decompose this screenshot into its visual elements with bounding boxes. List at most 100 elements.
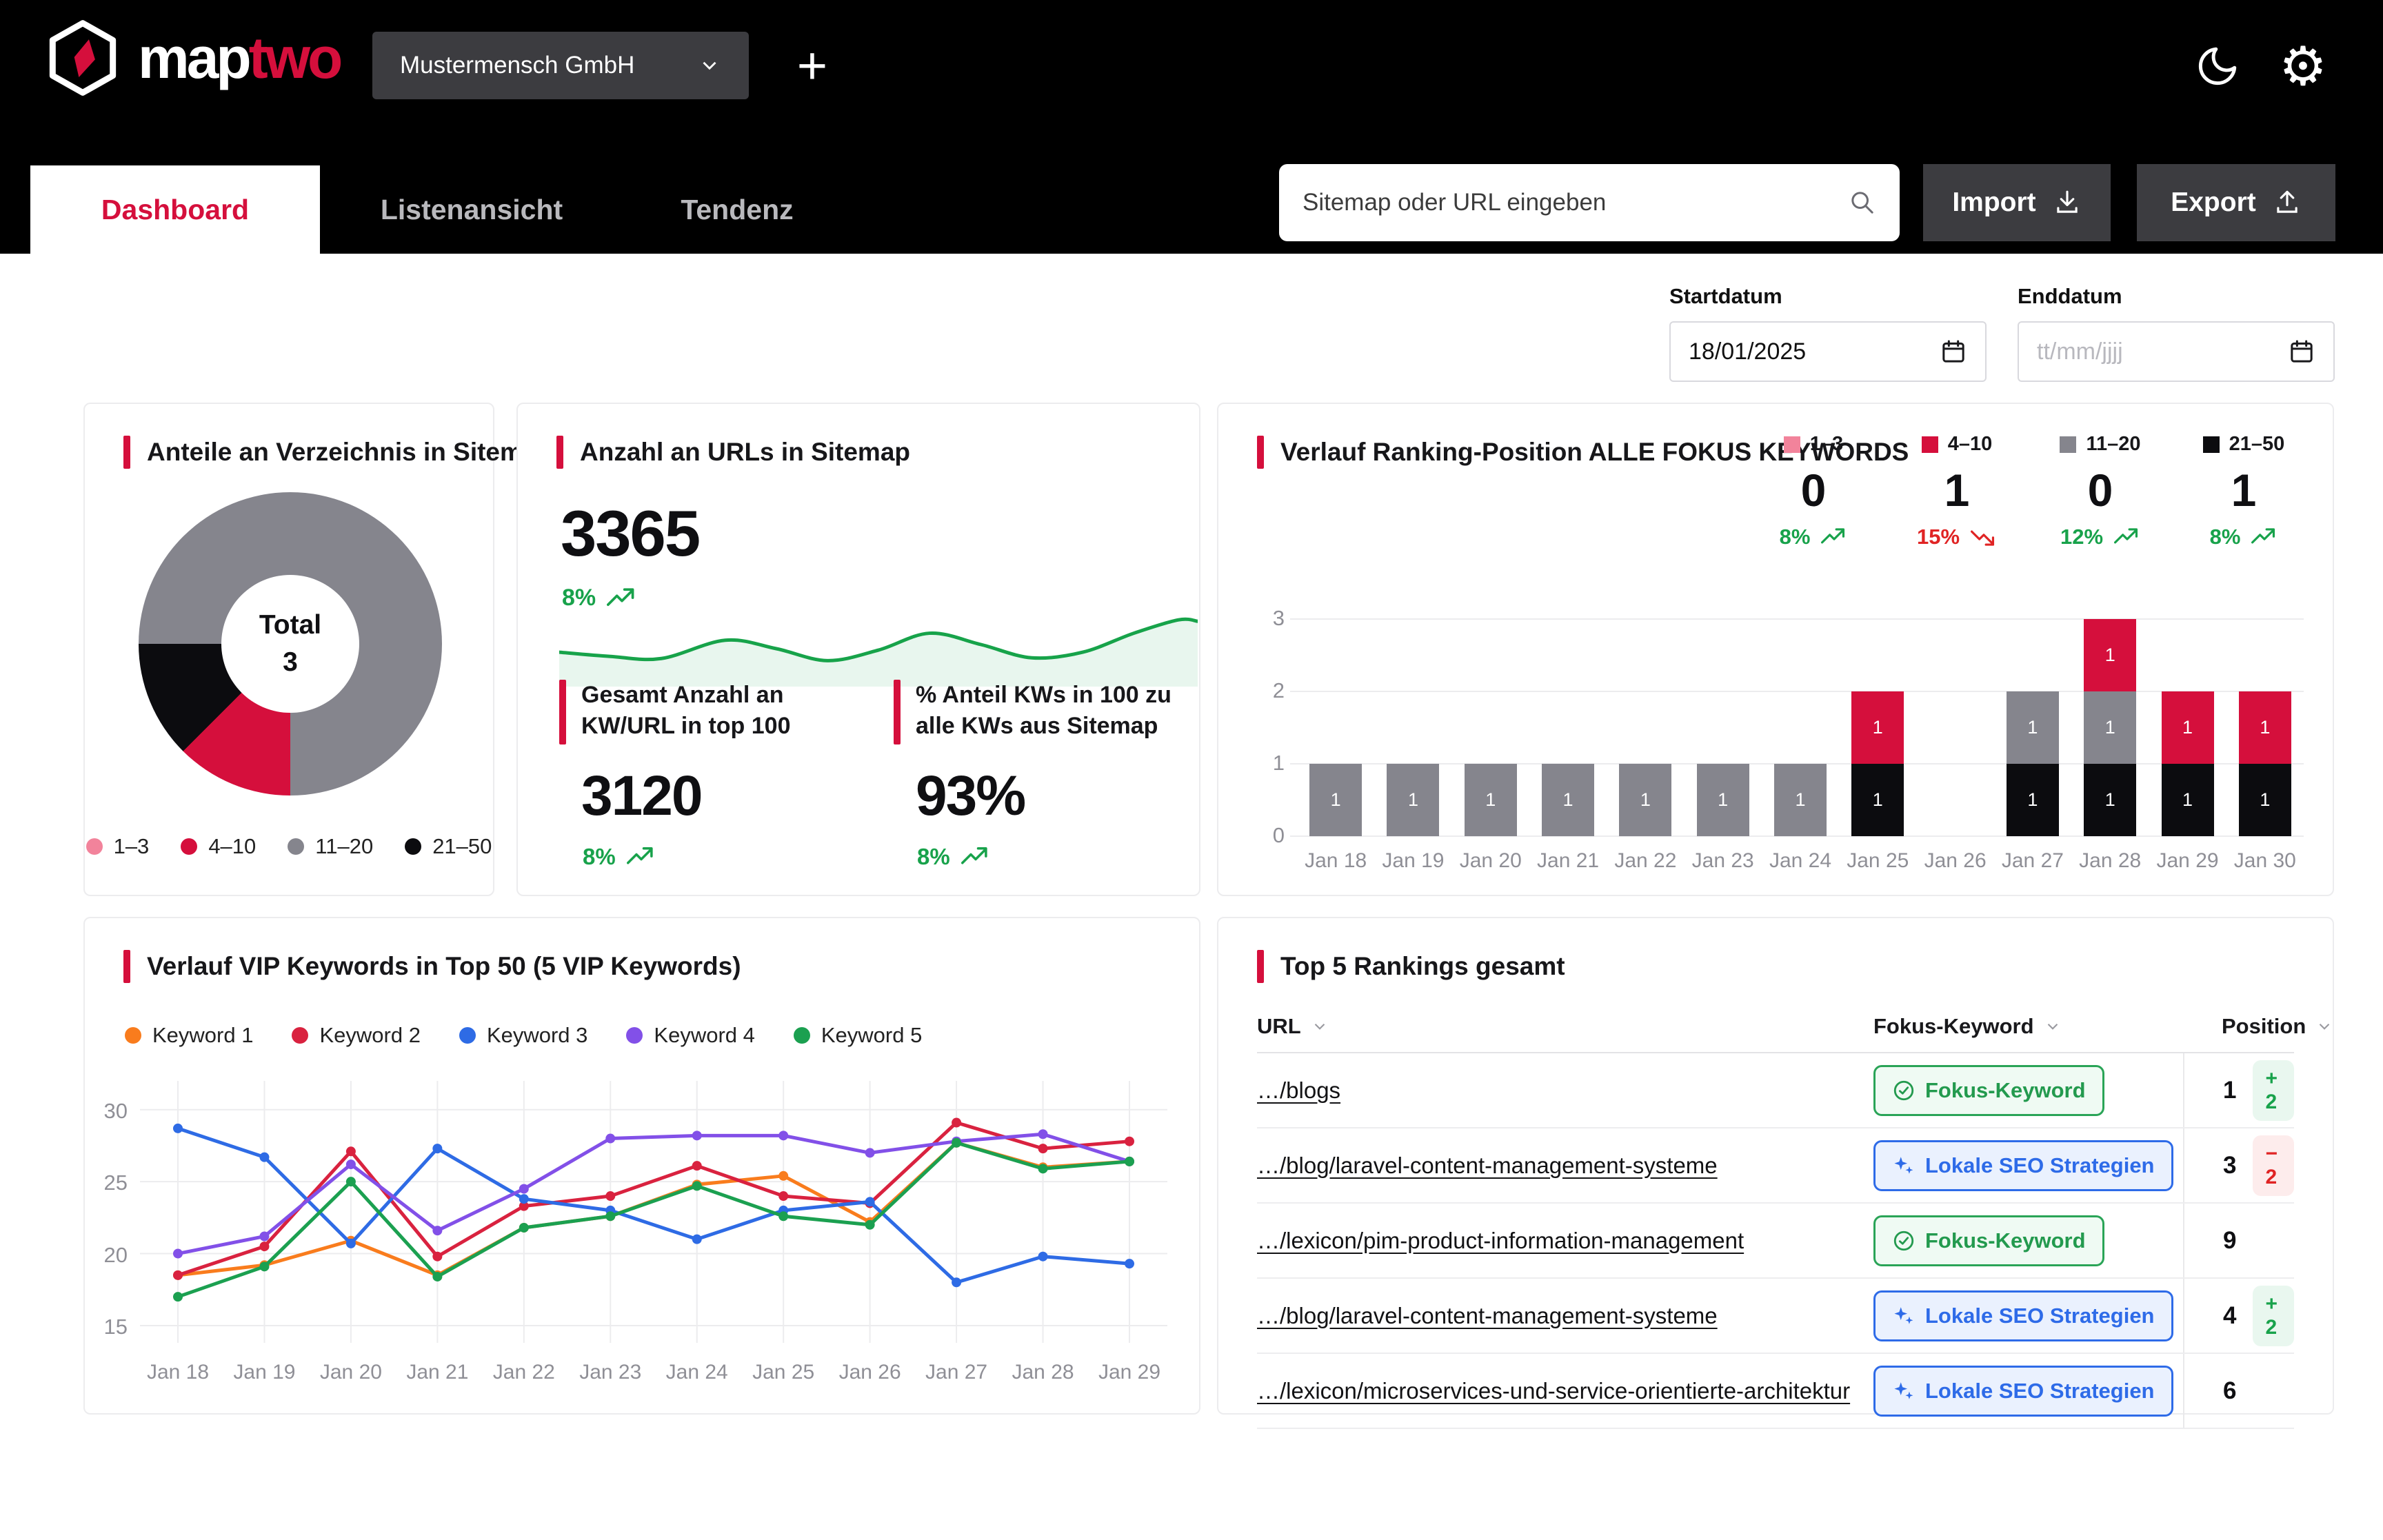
legend-dot — [86, 838, 103, 855]
ranking-bar-xlabels: Jan 18Jan 19Jan 20Jan 21Jan 22Jan 23Jan … — [1297, 849, 2304, 880]
sort-chevron-icon — [2044, 1017, 2062, 1035]
keyword-badge: Lokale SEO Strategien — [1873, 1366, 2173, 1417]
trend-down-icon — [1971, 527, 1997, 547]
url-link[interactable]: …/blog/laravel-content-management-system… — [1257, 1303, 1873, 1329]
export-label: Export — [2171, 188, 2256, 218]
chevron-down-icon — [698, 54, 721, 77]
check-circle-icon — [1892, 1229, 1916, 1253]
sort-chevron-icon — [2315, 1017, 2333, 1035]
vip-keywords-card: Verlauf VIP Keywords in Top 50 (5 VIP Ke… — [83, 917, 1200, 1415]
url-link[interactable]: …/lexicon/microservices-und-service-orie… — [1257, 1378, 1873, 1404]
end-date-filter: Enddatum tt/mm/jjjj — [2018, 284, 2335, 382]
stat-value: 93% — [916, 764, 1190, 829]
stat-title: Gesamt Anzahl an KW/URL in top 100 — [581, 680, 791, 744]
url-count-value: 3365 — [561, 496, 699, 571]
ranking-position-card: Verlauf Ranking-Position ALLE FOKUS KEYW… — [1217, 403, 2334, 896]
position-delta: − 2 — [2253, 1135, 2294, 1196]
vip-line-svg — [140, 1081, 1167, 1343]
stat-delta: 8% — [917, 844, 990, 870]
legend-dot — [459, 1027, 476, 1044]
sort-chevron-icon — [1311, 1017, 1329, 1035]
card-title: Verlauf VIP Keywords in Top 50 (5 VIP Ke… — [147, 952, 741, 981]
title-accent — [1257, 950, 1264, 983]
maptwo-logo-icon — [44, 19, 121, 97]
stat-title: % Anteil KWs in 100 zu alle KWs aus Site… — [916, 680, 1172, 744]
title-accent — [556, 436, 563, 469]
calendar-icon[interactable] — [1940, 338, 1967, 365]
moon-icon — [2195, 43, 2240, 89]
legend-item: 21–50 — [405, 834, 492, 859]
legend-swatch — [1922, 436, 1938, 453]
donut-center-label: Total 3 — [139, 492, 442, 796]
stat-value: 0 — [2088, 464, 2113, 516]
legend-dot — [405, 838, 421, 855]
keyword-badge: Fokus-Keyword — [1873, 1215, 2104, 1266]
search-input[interactable] — [1303, 189, 1849, 216]
position-delta: + 2 — [2253, 1060, 2294, 1121]
position-cell: 3 − 2 — [2183, 1128, 2294, 1202]
legend-dot — [292, 1027, 308, 1044]
vip-line-xlabels: Jan 18Jan 19Jan 20Jan 21Jan 22Jan 23Jan … — [140, 1361, 1167, 1391]
table-header: URL Fokus-Keyword Position — [1257, 1001, 2294, 1053]
position-cell: 4 + 2 — [2183, 1279, 2294, 1352]
app-logo: maptwo — [44, 19, 340, 97]
start-date-value: 18/01/2025 — [1689, 338, 1806, 365]
export-button[interactable]: Export — [2137, 164, 2335, 241]
legend-item: Keyword 4 — [626, 1023, 754, 1048]
add-project-button[interactable]: + — [778, 32, 847, 99]
tab-tendenz[interactable]: Tendenz — [623, 165, 851, 254]
end-date-label: Enddatum — [2018, 284, 2335, 309]
legend-item: 4–10 — [181, 834, 256, 859]
sitemap-search — [1279, 164, 1900, 241]
column-header-position[interactable]: Position — [2183, 1014, 2333, 1039]
trend-up-icon — [961, 846, 990, 868]
url-link[interactable]: …/lexicon/pim-product-information-manage… — [1257, 1228, 1873, 1254]
legend-item: Keyword 5 — [794, 1023, 922, 1048]
card-title: Anteile an Verzeichnis in Sitemap — [147, 438, 552, 467]
tab-dashboard[interactable]: Dashboard — [30, 165, 320, 254]
start-date-input[interactable]: 18/01/2025 — [1669, 321, 1987, 382]
ranking-bar-ylabels: 0123 — [1246, 609, 1285, 837]
url-count-card: Anzahl an URLs in Sitemap 3365 8% Gesamt… — [516, 403, 1200, 896]
gear-icon: ⚙ — [2279, 39, 2327, 93]
company-select[interactable]: Mustermensch GmbH — [372, 32, 749, 99]
legend-dot — [181, 838, 197, 855]
legend-dot — [794, 1027, 810, 1044]
legend-item: Keyword 3 — [459, 1023, 587, 1048]
keyword-badge: Lokale SEO Strategien — [1873, 1290, 2173, 1341]
end-date-placeholder: tt/mm/jjjj — [2037, 338, 2123, 365]
column-header-keyword[interactable]: Fokus-Keyword — [1873, 1014, 2183, 1039]
position-cell: 1 + 2 — [2183, 1053, 2294, 1127]
dark-mode-toggle[interactable] — [2190, 39, 2245, 94]
rankings-table: URL Fokus-Keyword Position …/blogs Fokus… — [1257, 1001, 2294, 1429]
url-link[interactable]: …/blogs — [1257, 1077, 1873, 1104]
legend-item: 1–3 — [86, 834, 150, 859]
column-header-url[interactable]: URL — [1257, 1014, 1873, 1039]
trend-up-icon — [627, 846, 656, 868]
table-row: …/blog/laravel-content-management-system… — [1257, 1128, 2294, 1204]
donut-legend: 1–3 4–10 11–20 21–50 — [85, 834, 493, 859]
legend-item: Keyword 1 — [125, 1023, 253, 1048]
title-accent — [894, 680, 901, 744]
url-link[interactable]: …/blog/laravel-content-management-system… — [1257, 1153, 1873, 1179]
legend-dot — [288, 838, 304, 855]
title-accent — [559, 680, 566, 744]
tab-listenansicht[interactable]: Listenansicht — [320, 165, 623, 254]
start-date-label: Startdatum — [1669, 284, 1987, 309]
search-icon[interactable] — [1849, 189, 1876, 216]
import-button[interactable]: Import — [1923, 164, 2111, 241]
calendar-icon[interactable] — [2288, 338, 2315, 365]
stat-value: 1 — [2231, 464, 2257, 516]
url-trend-sparkline — [559, 611, 1198, 687]
keyword-badge: Lokale SEO Strategien — [1873, 1140, 2173, 1191]
title-accent — [1257, 436, 1264, 469]
url-count-delta: 8% — [562, 585, 637, 611]
app-header: maptwo Mustermensch GmbH + ⚙ Import — [0, 0, 2383, 254]
position-value: 3 — [2223, 1152, 2236, 1179]
ranking-stat: 21–50 1 8% — [2189, 433, 2298, 549]
end-date-input[interactable]: tt/mm/jjjj — [2018, 321, 2335, 382]
position-delta: + 2 — [2253, 1286, 2294, 1346]
card-title: Anzahl an URLs in Sitemap — [580, 438, 910, 467]
table-row: …/blogs Fokus-Keyword 1 + 2 — [1257, 1053, 2294, 1128]
settings-button[interactable]: ⚙ — [2271, 34, 2335, 98]
